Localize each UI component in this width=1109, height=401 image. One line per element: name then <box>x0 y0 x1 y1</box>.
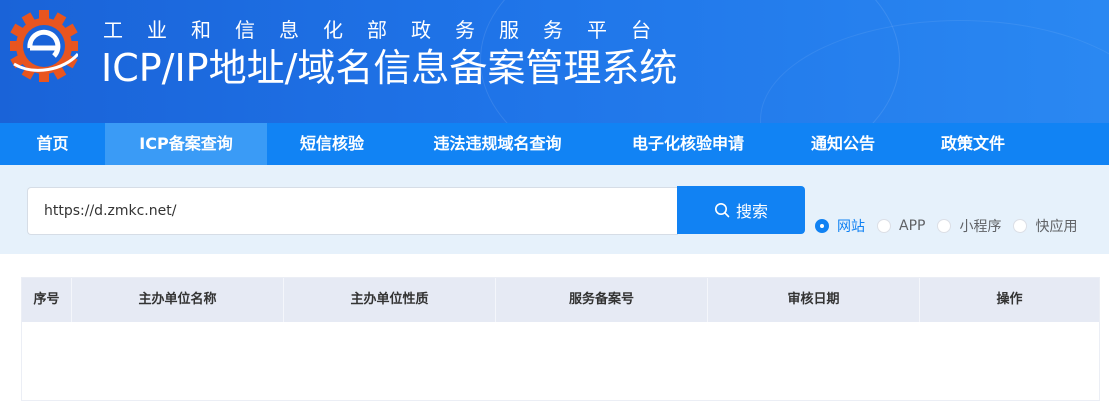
column-header-sponsor-type: 主办单位性质 <box>284 278 496 322</box>
search-button-label: 搜索 <box>735 202 768 221</box>
radio-app[interactable]: APP <box>877 218 925 234</box>
nav-item-sms-verify[interactable]: 短信核验 <box>267 123 397 165</box>
radio-dot <box>877 219 891 233</box>
nav-item-icp-query[interactable]: ICP备案查询 <box>105 123 267 165</box>
column-header-sponsor-name: 主办单位名称 <box>72 278 284 322</box>
ministry-logo <box>10 10 78 82</box>
radio-dot <box>1013 219 1028 233</box>
site-header: 工业和信息化部政务服务平台 ICP/IP地址/域名信息备案管理系统 <box>0 0 1109 123</box>
nav-item-illegal-domain-query[interactable]: 违法违规域名查询 <box>397 123 598 165</box>
nav-item-e-verify-apply[interactable]: 电子化核验申请 <box>598 123 778 165</box>
site-subtitle: 工业和信息化部政务服务平台 <box>103 18 675 42</box>
column-header-review-date: 审核日期 <box>708 278 920 322</box>
results-table: 序号 主办单位名称 主办单位性质 服务备案号 审核日期 操作 <box>21 277 1100 401</box>
radio-label: 快应用 <box>1035 219 1078 235</box>
radio-mini-program[interactable]: 小程序 <box>937 216 1001 236</box>
nav-item-notices[interactable]: 通知公告 <box>778 123 908 165</box>
column-header-index: 序号 <box>22 278 72 322</box>
radio-label: APP <box>899 218 926 234</box>
nav-item-home[interactable]: 首页 <box>0 123 105 165</box>
column-header-actions: 操作 <box>996 292 1023 307</box>
search-button[interactable]: 搜索 <box>677 186 805 234</box>
nav-item-policy-docs[interactable]: 政策文件 <box>908 123 1038 165</box>
radio-label: 小程序 <box>959 219 1002 235</box>
site-title: ICP/IP地址/域名信息备案管理系统 <box>101 46 678 90</box>
search-type-radio-group: 网站 APP 小程序 快应用 <box>815 215 1077 237</box>
table-header: 序号 主办单位名称 主办单位性质 服务备案号 审核日期 操作 <box>22 278 1099 322</box>
radio-label: 网站 <box>837 219 865 235</box>
radio-dot <box>815 219 829 233</box>
radio-dot <box>937 219 952 233</box>
search-input[interactable] <box>27 187 678 235</box>
search-panel: 搜索 网站 APP 小程序 快应用 <box>0 165 1109 254</box>
radio-website[interactable]: 网站 <box>815 216 865 236</box>
search-icon <box>714 203 730 218</box>
main-nav: 首页 ICP备案查询 短信核验 违法违规域名查询 电子化核验申请 通知公告 政策… <box>0 123 1109 165</box>
column-header-record-number: 服务备案号 <box>496 278 708 322</box>
radio-quick-app[interactable]: 快应用 <box>1013 216 1077 236</box>
